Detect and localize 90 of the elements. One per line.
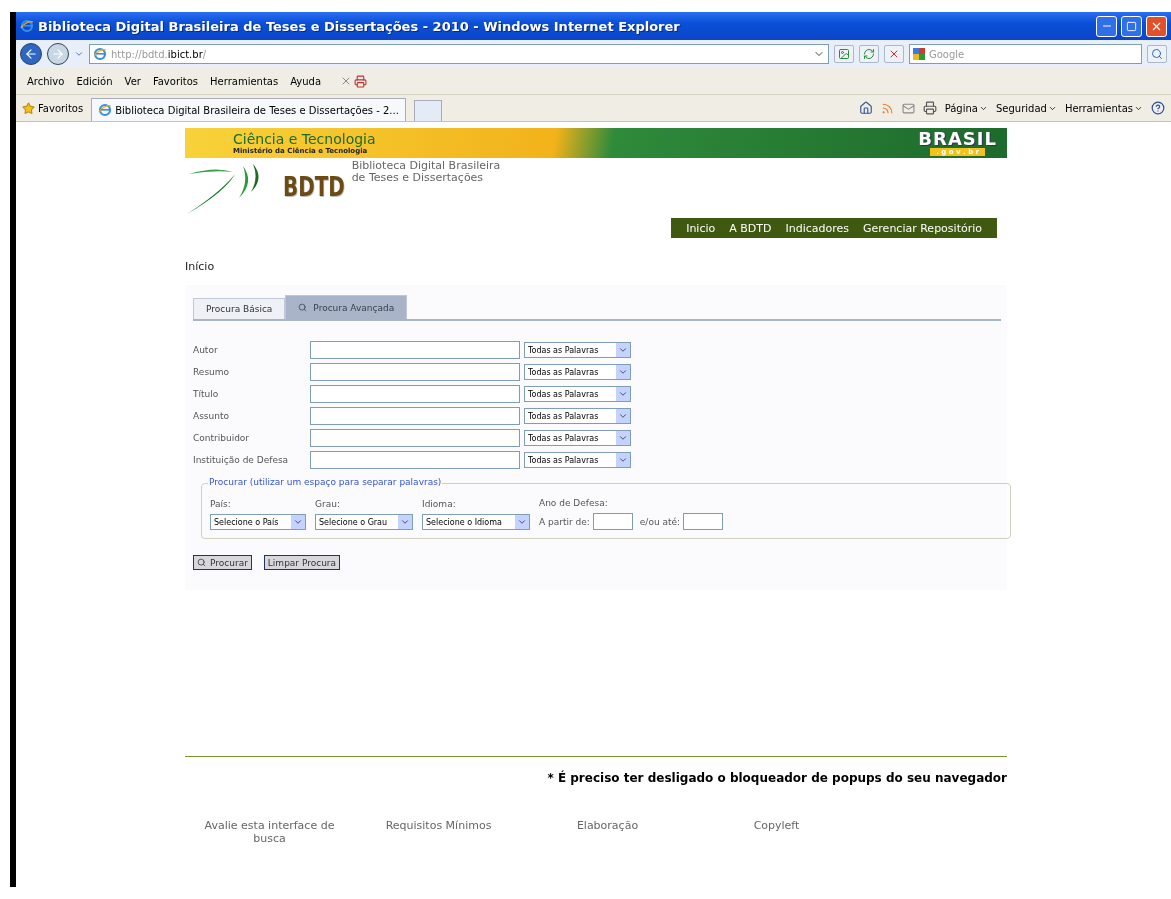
nav-link[interactable]: Gerenciar Repositório (856, 221, 989, 235)
input-field[interactable] (310, 385, 520, 403)
menu-item[interactable]: Favoritos (147, 73, 204, 89)
match-select[interactable]: Todas as Palavras (524, 386, 631, 402)
window-title: Biblioteca Digital Brasileira de Teses e Dissertações - 2010 - Windows Internet Explorer (38, 18, 681, 34)
help-icon[interactable] (1151, 101, 1165, 115)
form-button[interactable]: Procurar (193, 555, 252, 570)
popup-notice: * É preciso ter desligado o bloqueador de popups do seu navegador (547, 771, 1007, 785)
field-label: Título (193, 389, 220, 399)
menu-item[interactable]: Archivo (22, 73, 70, 89)
back-button[interactable] (20, 43, 42, 65)
stop-button[interactable] (884, 45, 904, 63)
search-provider-icon (913, 48, 925, 60)
filter-label: e/ou até: (639, 516, 681, 527)
footer-link[interactable]: Elaboração (532, 819, 683, 845)
footer-link[interactable]: Requisitos Mínimos (363, 819, 514, 845)
match-select[interactable]: Todas as Palavras (524, 452, 631, 468)
search-icon (1151, 48, 1163, 60)
breadcrumb: Início (185, 260, 216, 273)
mail-icon[interactable] (901, 101, 915, 115)
address-field[interactable]: http://bdtd.ibict.br/ (89, 44, 829, 64)
close-button[interactable] (1146, 15, 1167, 37)
brand-name: BRASIL (918, 130, 997, 148)
input-field[interactable] (310, 429, 520, 447)
filter-label: Idioma: (422, 499, 457, 509)
nav-link[interactable]: Inicio (679, 221, 723, 235)
refresh-icon (863, 48, 875, 60)
menu-item[interactable]: Edición (71, 73, 118, 89)
input-field[interactable] (310, 341, 520, 359)
browser-logo-icon (98, 103, 113, 117)
filter-label: Ano de Defesa: (539, 498, 609, 508)
field-label: Contribuidor (193, 433, 251, 443)
forward-button[interactable] (47, 43, 69, 65)
browser-logo-icon (93, 47, 107, 61)
command-menu[interactable]: Seguridad (995, 102, 1057, 114)
filter-label: País: (210, 499, 232, 509)
page-icon (838, 48, 850, 60)
form-button[interactable]: Limpar Procura (263, 555, 341, 570)
menu-item[interactable]: Ver (119, 73, 146, 89)
logo-tagline: Biblioteca Digital Brasileira (351, 160, 501, 172)
year-field[interactable] (683, 513, 724, 530)
filter-select[interactable]: Selecione o País (210, 514, 306, 530)
match-select[interactable]: Todas as Palavras (524, 408, 631, 424)
maximize-icon (1126, 20, 1137, 32)
search-icon (197, 558, 206, 567)
filter-label: A partir de: (539, 516, 590, 527)
command-menu[interactable]: Página (944, 102, 988, 114)
search-tab[interactable]: Procura Básica (193, 298, 286, 319)
footer-link[interactable]: Copyleft (701, 819, 852, 845)
stop-icon (888, 48, 900, 60)
group-legend: Procurar (utilizar um espaço para separar palavras) (208, 477, 443, 487)
command-menu[interactable]: Herramientas (1064, 102, 1143, 114)
maximize-button[interactable] (1121, 15, 1142, 37)
match-select[interactable]: Todas as Palavras (524, 430, 631, 446)
filter-select[interactable]: Selecione o Idioma (422, 514, 530, 530)
input-field[interactable] (310, 363, 520, 381)
input-field[interactable] (310, 451, 520, 469)
compatibility-button[interactable] (834, 45, 854, 63)
menu-item[interactable]: Herramientas (205, 73, 284, 89)
logo-tagline: de Teses e Dissertações (351, 172, 485, 184)
nav-link[interactable]: A BDTD (722, 221, 779, 235)
logo-text: BDTD (283, 172, 345, 202)
forward-arrow-icon (51, 47, 65, 61)
field-label: Resumo (193, 367, 231, 377)
minimize-button[interactable] (1096, 15, 1117, 37)
search-tab[interactable]: Procura Avançada (285, 295, 408, 319)
browser-logo-icon (20, 19, 34, 33)
footer-link[interactable]: Avalie esta interface de busca (194, 819, 345, 845)
star-icon (22, 101, 35, 115)
filter-select[interactable]: Selecione o Grau (315, 514, 413, 530)
input-field[interactable] (310, 407, 520, 425)
field-label: Autor (193, 345, 219, 355)
new-tab-button[interactable] (413, 100, 442, 121)
field-label: Assunto (193, 411, 230, 421)
search-icon (298, 303, 308, 312)
filter-label: Grau: (315, 499, 341, 509)
match-select[interactable]: Todas as Palavras (524, 364, 631, 380)
print-icon[interactable] (922, 101, 937, 115)
year-field[interactable] (592, 513, 633, 530)
banner-title: Ciência e Tecnologia (233, 131, 376, 147)
nav-link[interactable]: Indicadores (778, 221, 857, 235)
refresh-button[interactable] (859, 45, 879, 63)
field-label: Instituição de Defesa (193, 455, 290, 465)
home-icon[interactable] (858, 101, 873, 115)
favorites-button[interactable]: Favoritos (22, 101, 84, 115)
feed-icon[interactable] (880, 101, 894, 115)
search-button[interactable] (1147, 45, 1167, 63)
browser-tab[interactable]: Biblioteca Digital Brasileira de Teses e Dissertações - 2... (91, 98, 406, 121)
menu-item[interactable]: Ayuda (285, 73, 327, 89)
match-select[interactable]: Todas as Palavras (524, 342, 631, 358)
